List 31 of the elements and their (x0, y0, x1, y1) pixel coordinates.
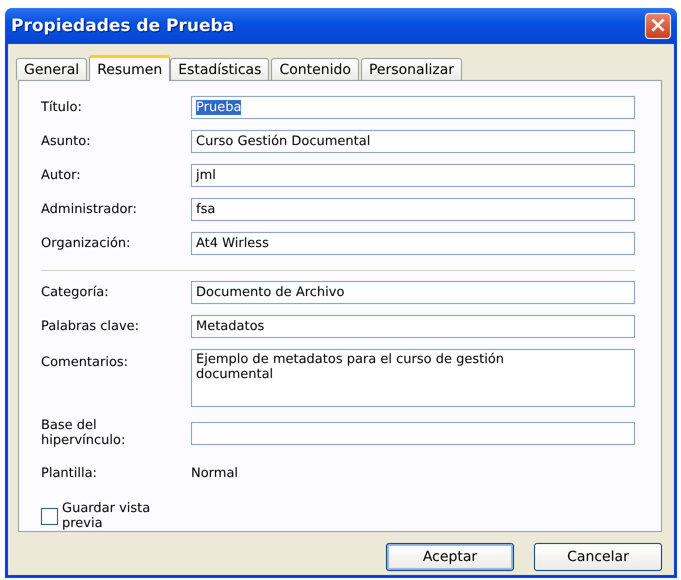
tab[interactable]: Contenido (271, 58, 359, 80)
text-field[interactable] (191, 422, 635, 444)
text-field[interactable]: Metadatos (191, 315, 635, 338)
tab[interactable]: Estadísticas (170, 58, 270, 80)
text-field[interactable]: At4 Wirless (191, 232, 635, 255)
field-label: Base del hipervínculo: (41, 418, 126, 448)
text-field[interactable]: fsa (191, 198, 635, 221)
text-field[interactable]: jml (191, 164, 635, 187)
close-button[interactable]: × (645, 13, 671, 39)
tab[interactable]: Personalizar (360, 58, 462, 80)
dialog-button[interactable]: Cancelar (534, 543, 662, 571)
field-label: Comentarios: (41, 355, 130, 370)
field-label: Organización: (41, 236, 132, 251)
dialog-button[interactable]: Aceptar (386, 543, 514, 571)
checkbox[interactable] (41, 508, 58, 524)
text-field[interactable]: Prueba (191, 96, 635, 119)
field-label: Título: (41, 100, 83, 115)
field-label: Palabras clave: (41, 319, 140, 334)
field-label: Administrador: (41, 202, 138, 217)
field-label: Asunto: (41, 134, 92, 149)
window-title: Propiedades de Prueba (11, 16, 234, 36)
tab[interactable]: Resumen (89, 55, 170, 81)
text-field[interactable]: Curso Gestión Documental (191, 130, 635, 153)
text-field[interactable]: Documento de Archivo (191, 281, 635, 304)
field-label: Categoría: (41, 285, 110, 300)
field-label: Plantilla: (41, 466, 98, 481)
checkbox-label: Guardar vista previa (62, 501, 152, 531)
tab[interactable]: General (16, 58, 88, 80)
field-label: Autor: (41, 168, 82, 183)
field-value: Normal (191, 466, 240, 481)
text-area[interactable]: Ejemplo de metadatos para el curso de gestión documental (191, 349, 635, 407)
